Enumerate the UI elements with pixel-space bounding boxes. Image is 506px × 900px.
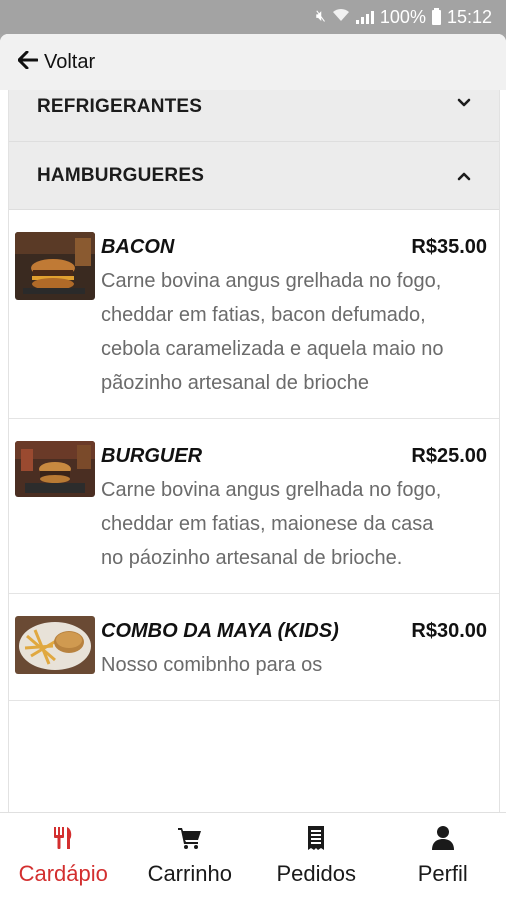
utensils-icon — [50, 825, 76, 861]
status-bar: 🔇︎ 100% 15:12 — [0, 0, 506, 34]
nav-label: Cardápio — [18, 861, 108, 886]
top-bar: Voltar — [0, 34, 506, 90]
category-header-hamburgueres[interactable]: HAMBURGUERES — [9, 142, 499, 210]
category-header-refrigerantes[interactable]: REFRIGERANTES — [9, 90, 499, 142]
back-arrow-icon[interactable] — [17, 50, 39, 73]
item-name: BACON — [101, 236, 175, 258]
item-price: R$30.00 — [411, 620, 487, 642]
battery-icon — [431, 7, 441, 25]
item-description: Carne bovina angus grelhada no fogo, che… — [101, 270, 444, 394]
signal-icon — [355, 10, 374, 24]
receipt-icon — [303, 825, 329, 861]
wifi-icon — [332, 8, 350, 26]
bottom-nav: Cardápio Carrinho Pedidos Perfil — [0, 812, 506, 900]
menu-item-bacon[interactable]: BACON R$35.00 Carne bovina angus grelhad… — [9, 210, 499, 419]
nav-perfil[interactable]: Perfil — [380, 813, 506, 900]
cart-icon — [177, 825, 203, 861]
item-description: Nosso comibnho para os — [101, 654, 323, 676]
screen: Voltar REFRIGERANTES HAMBURGUERES BACON … — [0, 34, 506, 900]
burger-fries-image — [15, 616, 95, 674]
back-button[interactable]: Voltar — [44, 51, 95, 74]
mute-icon: 🔇︎ — [315, 8, 326, 25]
nav-carrinho[interactable]: Carrinho — [127, 813, 254, 900]
category-title: REFRIGERANTES — [37, 96, 203, 117]
category-title: HAMBURGUERES — [37, 164, 205, 186]
item-description: Carne bovina angus grelhada no fogo, che… — [101, 479, 442, 569]
item-price: R$35.00 — [411, 236, 487, 258]
battery-percent: 100% — [379, 6, 426, 27]
item-name: BURGUER — [101, 445, 203, 467]
chevron-down-icon[interactable] — [457, 96, 471, 110]
chevron-up-icon[interactable] — [457, 169, 471, 183]
clock: 15:12 — [446, 6, 492, 27]
nav-label: Pedidos — [276, 861, 356, 886]
burger-image — [15, 441, 95, 497]
nav-label: Perfil — [417, 861, 468, 886]
menu-item-burguer[interactable]: BURGUER R$25.00 Carne bovina angus grelh… — [9, 419, 499, 594]
item-name: COMBO DA MAYA (KIDS) — [101, 620, 339, 642]
nav-label: Carrinho — [147, 861, 232, 886]
nav-cardapio[interactable]: Cardápio — [0, 813, 127, 900]
nav-pedidos[interactable]: Pedidos — [253, 813, 380, 900]
menu-content[interactable]: REFRIGERANTES HAMBURGUERES BACON R$35.00… — [8, 90, 500, 812]
user-icon — [430, 825, 456, 861]
burger-image — [15, 232, 95, 300]
item-price: R$25.00 — [411, 445, 487, 467]
menu-item-combo-da-maya[interactable]: COMBO DA MAYA (KIDS) R$30.00 Nosso comib… — [9, 594, 499, 701]
